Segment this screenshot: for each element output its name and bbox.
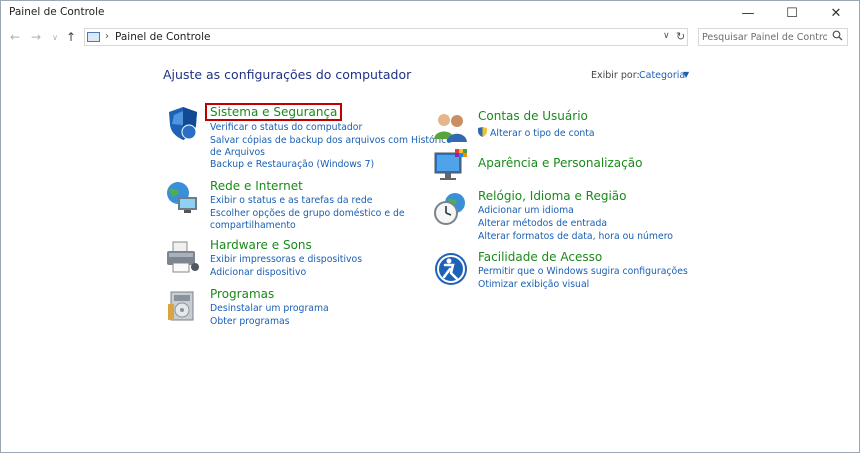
category-appearance-personalization[interactable]: Aparência e Personalização xyxy=(478,156,642,170)
category-programs[interactable]: Programas xyxy=(210,287,274,301)
clock-globe-icon[interactable] xyxy=(433,191,469,227)
control-panel-icon xyxy=(87,32,100,42)
category-system-security[interactable]: Sistema e Segurança xyxy=(205,103,343,121)
link-change-account-type-label: Alterar o tipo de conta xyxy=(490,128,595,139)
network-globe-icon[interactable] xyxy=(164,180,200,216)
title-bar: Painel de Controle — ☐ ✕ xyxy=(1,1,859,25)
link-add-device[interactable]: Adicionar dispositivo xyxy=(210,267,306,278)
category-user-accounts[interactable]: Contas de Usuário xyxy=(478,109,588,123)
shield-icon[interactable] xyxy=(165,105,201,141)
forward-icon[interactable]: → xyxy=(28,29,44,45)
back-icon[interactable]: ← xyxy=(7,29,23,45)
breadcrumb-separator: › xyxy=(105,31,109,42)
category-ease-of-access[interactable]: Facilidade de Acesso xyxy=(478,250,602,264)
search-box[interactable] xyxy=(698,28,848,46)
breadcrumb-control-panel[interactable]: Painel de Controle xyxy=(115,31,210,43)
user-accounts-icon[interactable] xyxy=(433,109,469,145)
category-hardware-sound[interactable]: Hardware e Sons xyxy=(210,238,312,252)
recent-locations-icon[interactable]: ∨ xyxy=(47,29,63,45)
link-devices-printers[interactable]: Exibir impressoras e dispositivos xyxy=(210,254,362,265)
link-uninstall-program[interactable]: Desinstalar um programa xyxy=(210,303,329,314)
category-network-internet[interactable]: Rede e Internet xyxy=(210,179,303,193)
link-change-account-type[interactable]: Alterar o tipo de conta xyxy=(478,127,595,139)
close-button[interactable]: ✕ xyxy=(814,1,858,25)
appearance-monitor-icon[interactable] xyxy=(433,147,469,183)
view-by-dropdown[interactable]: Categoria xyxy=(639,70,685,81)
link-check-computer-status[interactable]: Verificar o status do computador xyxy=(210,122,362,133)
link-homegroup-options-cont[interactable]: compartilhamento xyxy=(210,220,296,231)
link-change-input-methods[interactable]: Alterar métodos de entrada xyxy=(478,218,607,229)
search-input[interactable] xyxy=(702,30,827,44)
printer-icon[interactable] xyxy=(165,239,201,275)
link-get-programs[interactable]: Obter programas xyxy=(210,316,290,327)
view-by-label: Exibir por: xyxy=(591,70,640,81)
up-icon[interactable]: ↑ xyxy=(63,29,79,45)
maximize-button[interactable]: ☐ xyxy=(770,1,814,25)
page-title: Ajuste as configurações do computador xyxy=(163,67,412,82)
address-bar[interactable]: › Painel de Controle ∨ ↻ xyxy=(84,28,688,46)
link-file-history-backup-cont[interactable]: de Arquivos xyxy=(210,147,265,158)
link-change-date-formats[interactable]: Alterar formatos de data, hora ou número xyxy=(478,231,673,242)
link-backup-restore-win7[interactable]: Backup e Restauração (Windows 7) xyxy=(210,159,374,170)
ease-of-access-icon[interactable] xyxy=(433,251,469,287)
chevron-down-icon[interactable]: ▼ xyxy=(683,70,689,79)
category-clock-language-region[interactable]: Relógio, Idioma e Região xyxy=(478,189,627,203)
programs-icon[interactable] xyxy=(165,288,201,324)
uac-shield-icon xyxy=(478,127,487,137)
link-windows-suggest-settings[interactable]: Permitir que o Windows sugira configuraç… xyxy=(478,266,688,277)
link-homegroup-options[interactable]: Escolher opções de grupo doméstico e de xyxy=(210,208,405,219)
search-icon[interactable] xyxy=(832,30,843,44)
link-add-language[interactable]: Adicionar um idioma xyxy=(478,205,574,216)
link-file-history-backup[interactable]: Salvar cópias de backup dos arquivos com… xyxy=(210,135,452,146)
link-network-status[interactable]: Exibir o status e as tarefas da rede xyxy=(210,195,373,206)
chevron-down-icon[interactable]: ∨ xyxy=(663,31,670,41)
window-title: Painel de Controle xyxy=(9,6,105,18)
link-optimize-visual-display[interactable]: Otimizar exibição visual xyxy=(478,279,589,290)
window-frame: Painel de Controle — ☐ ✕ ← → ∨ ↑ › Paine… xyxy=(0,0,860,453)
refresh-icon[interactable]: ↻ xyxy=(676,30,685,43)
minimize-button[interactable]: — xyxy=(726,1,770,25)
